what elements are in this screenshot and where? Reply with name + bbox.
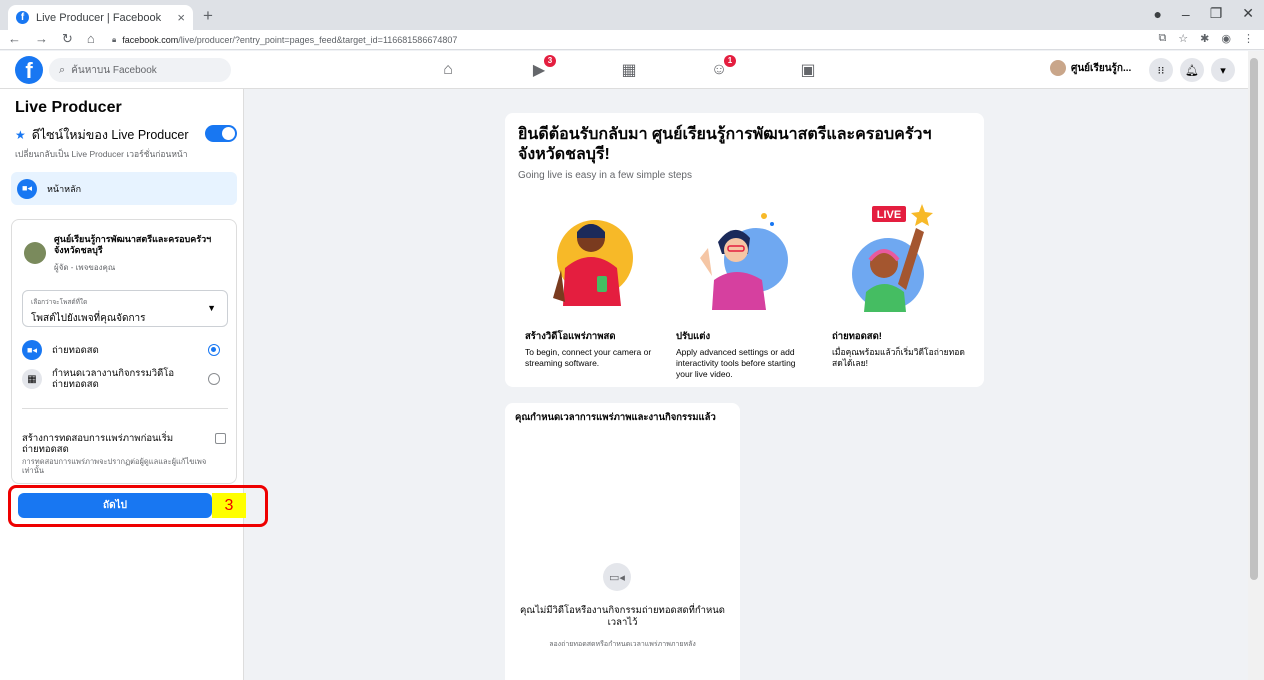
scrollbar-thumb[interactable] [1250, 58, 1258, 580]
facebook-logo-icon[interactable]: f [15, 56, 43, 84]
sidebar-item-label: หน้าหลัก [47, 183, 82, 194]
step-desc: เมื่อคุณพร้อมแล้วก็เริ่มวิดีโอถ่ายทอดสดไ… [832, 347, 965, 368]
step-customize: ปรับแต่ง Apply advanced settings or add … [676, 198, 811, 380]
search-icon: ⌕ [59, 63, 66, 76]
live-producer-sidebar: Live Producer ★ ดีไซน์ใหม่ของ Live Produ… [0, 89, 244, 680]
revert-link[interactable]: เปลี่ยนกลับเป็น Live Producer เวอร์ชั่นก… [15, 147, 188, 161]
nav-groups-icon[interactable]: ☺ 1 [708, 55, 736, 81]
browser-tab-bar: f Live Producer | Facebook × + ● – ❐ ✕ [0, 0, 1264, 30]
nav-gaming-icon[interactable]: ▣ [797, 59, 819, 81]
video-camera-icon: ■◂ [17, 178, 37, 199]
divider [22, 408, 228, 409]
option-label: กำหนดเวลางานกิจกรรมวิดีโอถ่ายทอดสด [52, 368, 175, 390]
step-create-illustration [525, 198, 660, 323]
step-desc: Apply advanced settings or add interacti… [676, 347, 796, 379]
address-bar: ← → ↻ ⌂ 🔒︎ facebook.com/live/producer/?e… [0, 30, 1264, 50]
notifications-bell-icon[interactable]: 🔔︎ [1180, 58, 1204, 82]
scheduled-card: คุณกำหนดเวลาการแพร่ภาพและงานกิจกรรมแล้ว … [505, 403, 740, 680]
lock-icon: 🔒︎ [112, 35, 117, 44]
new-design-toggle-row: ★ ดีไซน์ใหม่ของ Live Producer [15, 125, 237, 145]
groups-badge: 1 [724, 55, 736, 67]
page-card-name: ศูนย์เรียนรู้การพัฒนาสตรีและครอบครัวฯ จั… [54, 234, 212, 255]
url-path: /live/producer/?entry_point=pages_feed&t… [178, 35, 458, 45]
select-label: เลือกว่าจะโพสต์ที่ใด [31, 299, 88, 306]
account-dropdown-icon[interactable]: ▾ [1211, 58, 1235, 82]
live-sign-text: LIVE [877, 209, 901, 221]
page-selector[interactable]: ศูนย์เรียนรู้การพัฒนาสตรีและครอบครัวฯ จั… [24, 234, 230, 274]
test-broadcast-checkbox[interactable] [215, 433, 226, 444]
step-go-live-illustration: LIVE [832, 198, 967, 323]
post-destination-select[interactable]: เลือกว่าจะโพสต์ที่ใด โพสต์ไปยังเพจที่คุณ… [22, 290, 228, 327]
new-design-label: ดีไซน์ใหม่ของ Live Producer [31, 128, 189, 142]
step-title: ถ่ายทอดสด! [832, 331, 882, 342]
browser-menu-icon[interactable]: ⋮ [1243, 32, 1254, 45]
scheduled-title: คุณกำหนดเวลาการแพร่ภาพและงานกิจกรรมแล้ว [515, 412, 716, 423]
step-go-live: LIVE ถ่ายทอดสด! เมื่อคุณพร้อมแล้วก็เริ่ม… [832, 198, 967, 369]
star-icon: ★ [15, 128, 26, 142]
step-create: สร้างวิดีโอแพร่ภาพสด To begin, connect y… [525, 198, 660, 369]
step-desc: To begin, connect your camera or streami… [525, 347, 652, 368]
option-go-live[interactable]: ■◂ ถ่ายทอดสด [22, 340, 228, 360]
minimize-icon[interactable]: – [1182, 6, 1190, 22]
nav-home-icon[interactable]: ⌂ [437, 59, 459, 81]
profile-avatar-icon[interactable]: ◉ [1221, 32, 1231, 45]
window-controls: ● – ❐ ✕ [1153, 5, 1254, 22]
page-avatar [24, 242, 46, 264]
search-placeholder: ค้นหาบน Facebook [71, 64, 157, 76]
restore-icon[interactable]: ❐ [1210, 5, 1223, 22]
back-icon[interactable]: ← [8, 31, 21, 47]
welcome-card: ยินดีต้อนรับกลับมา ศูนย์เรียนรู้การพัฒนา… [505, 113, 984, 387]
sidebar-item-home[interactable]: ■◂ หน้าหลัก [11, 172, 237, 205]
radio-schedule[interactable] [208, 373, 220, 385]
home-icon[interactable]: ⌂ [87, 31, 95, 47]
sidebar-title: Live Producer [15, 99, 122, 116]
scheduled-empty-sub: ลองถ่ายทอดสดหรือกำหนดเวลาแพร่ภาพภายหลัง [549, 641, 696, 648]
step-customize-illustration [676, 198, 811, 323]
page-avatar [1050, 60, 1066, 76]
step-title: สร้างวิดีโอแพร่ภาพสด [525, 331, 616, 342]
bookmark-star-icon[interactable]: ☆ [1178, 32, 1188, 45]
page-profile-chip[interactable]: ศูนย์เรียนรู้ก... [1050, 60, 1131, 76]
setup-card: ศูนย์เรียนรู้การพัฒนาสตรีและครอบครัวฯ จั… [11, 219, 237, 484]
option-schedule[interactable]: ▦ กำหนดเวลางานกิจกรรมวิดีโอถ่ายทอดสด [22, 368, 228, 390]
welcome-subtitle: Going live is easy in a few simple steps [518, 170, 692, 181]
welcome-title: ยินดีต้อนรับกลับมา ศูนย์เรียนรู้การพัฒนา… [518, 126, 932, 163]
tab-close-icon[interactable]: × [177, 10, 185, 25]
url-host: facebook.com [122, 35, 179, 45]
video-camera-icon: ▭◂ [603, 563, 631, 591]
annotation-step-marker: 3 [212, 493, 246, 518]
option-label: ถ่ายทอดสด [52, 344, 99, 356]
forward-icon[interactable]: → [35, 31, 48, 47]
reload-icon[interactable]: ↻ [62, 31, 73, 47]
close-window-icon[interactable]: ✕ [1242, 5, 1254, 22]
video-camera-icon: ■◂ [22, 340, 42, 360]
tab-title: Live Producer | Facebook [36, 11, 162, 24]
menu-grid-icon[interactable]: ⁝⁝ [1149, 58, 1173, 82]
nav-watch-icon[interactable]: ▶ 3 [528, 55, 556, 81]
new-design-toggle[interactable] [205, 125, 237, 142]
test-broadcast-sub: การทดสอบการแพร่ภาพจะปรากฏต่อผู้ดูแลและผู… [22, 457, 207, 475]
test-broadcast-label: สร้างการทดสอบการแพร่ภาพก่อนเริ่มถ่ายทอดส… [22, 433, 174, 455]
browser-tab[interactable]: f Live Producer | Facebook × [8, 5, 193, 30]
scheduled-empty-title: คุณไม่มีวิดีโอหรืองานกิจกรรมถ่ายทอดสดที่… [520, 605, 725, 628]
extension-icons: ⧉ ☆ ✱ ◉ ⋮ [1158, 32, 1254, 45]
caret-down-icon: ▼ [207, 303, 216, 313]
nav-buttons: ← → ↻ ⌂ [8, 31, 95, 47]
page-card-role: ผู้จัด - เพจของคุณ [54, 263, 116, 272]
extensions-icon[interactable]: ✱ [1200, 32, 1209, 45]
url-field[interactable]: 🔒︎ facebook.com/live/producer/?entry_poi… [112, 32, 1122, 48]
facebook-favicon-icon: f [16, 11, 29, 24]
calendar-icon: ▦ [22, 369, 42, 389]
radio-go-live[interactable] [208, 344, 220, 356]
step-title: ปรับแต่ง [676, 331, 711, 342]
select-value: โพสต์ไปยังเพจที่คุณจัดการ [31, 313, 146, 324]
page-name: ศูนย์เรียนรู้ก... [1071, 62, 1132, 74]
nav-marketplace-icon[interactable]: ▦ [618, 59, 640, 81]
translate-icon[interactable]: ⧉ [1158, 32, 1166, 45]
watch-badge: 3 [544, 55, 556, 67]
new-tab-icon[interactable]: + [203, 6, 213, 26]
search-input[interactable]: ⌕ ค้นหาบน Facebook [49, 58, 231, 82]
profile-dot-icon[interactable]: ● [1153, 6, 1161, 22]
facebook-header: f ⌕ ค้นหาบน Facebook ⌂ ▶ 3 ▦ ☺ 1 ▣ ศูนย์เร… [0, 51, 1248, 89]
